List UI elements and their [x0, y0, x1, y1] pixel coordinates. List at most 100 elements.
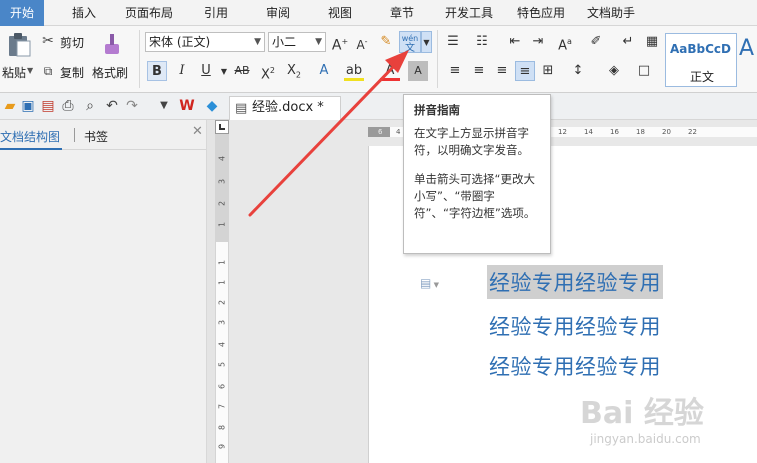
tab-review[interactable]: 审阅	[258, 0, 298, 26]
ruler-number: 4	[396, 128, 401, 136]
pinyin-guide-button[interactable]: wén 文	[399, 31, 421, 54]
change-case-icon[interactable]: Aa	[552, 32, 578, 53]
document-line[interactable]: 经验专用经验专用	[487, 265, 663, 299]
ruler-corner[interactable]	[215, 120, 229, 134]
style-name: 正文	[689, 70, 714, 84]
copy-label: 复制	[60, 66, 85, 80]
highlight-icon[interactable]: ab	[344, 61, 364, 81]
customize-dropdown-icon[interactable]: ▼	[156, 98, 172, 114]
ruler-number: 1	[217, 221, 227, 228]
style-normal[interactable]: AaBbCcD 正文	[665, 33, 737, 87]
shrink-font-button[interactable]: A-	[352, 32, 372, 52]
tab-home[interactable]: 开始	[0, 0, 44, 26]
active-tab-indicator	[0, 148, 62, 150]
print-icon[interactable]: ⎙	[60, 98, 76, 114]
ruler-number: 4	[217, 341, 227, 348]
tab-developer[interactable]: 开发工具	[440, 0, 498, 26]
format-painter-label: 格式刷	[92, 66, 129, 80]
paragraph-mark-icon[interactable]: ↵	[618, 32, 638, 52]
pinyin-guide-tooltip: 拼音指南 在文字上方显示拼音字符，以明确文字发音。 单击箭头可选择“更改大小写”…	[403, 94, 551, 254]
redo-icon[interactable]: ↷	[124, 98, 140, 114]
font-color-icon[interactable]: A	[380, 61, 400, 81]
align-left-icon[interactable]: ≡	[445, 61, 465, 81]
chevron-down-icon: ▼	[254, 37, 261, 47]
baidu-watermark: Bai 经验 jingyan.baidu.com	[580, 388, 750, 458]
vertical-ruler: 4 3 2 1 1 1 2 3 4 5 6 7 8 9	[215, 120, 229, 463]
watermark-url: jingyan.baidu.com	[590, 432, 701, 446]
numbered-list-icon[interactable]: ☷	[472, 32, 492, 52]
ribbon-tab-bar: 开始 插入 页面布局 引用 审阅 视图 章节 开发工具 特色应用 文档助手	[0, 0, 757, 26]
document-tab-title: 经验.docx *	[252, 100, 324, 115]
line-spacing-icon[interactable]: ↕	[568, 61, 588, 81]
style-sample: AaBbCcD	[670, 42, 732, 56]
document-line[interactable]: 经验专用经验专用	[489, 311, 661, 341]
cube-icon[interactable]: ◆	[204, 98, 220, 114]
font-name-select[interactable]: 宋体 (正文) ▼	[145, 32, 265, 52]
font-size-value: 小二	[272, 35, 297, 49]
align-center-icon[interactable]: ≡	[469, 61, 489, 81]
open-folder-icon[interactable]: ▰	[2, 98, 18, 114]
tab-insert[interactable]: 插入	[64, 0, 104, 26]
preview-icon[interactable]: ⌕	[82, 98, 98, 114]
ruler-number: 1	[217, 279, 227, 286]
ruler-number: 18	[636, 128, 645, 136]
pinyin-bottom-text: 文	[405, 43, 415, 54]
font-size-select[interactable]: 小二 ▼	[268, 32, 326, 52]
tab-view[interactable]: 视图	[320, 0, 360, 26]
underline-button[interactable]: U	[196, 61, 216, 81]
grow-font-button[interactable]: A+	[330, 32, 350, 54]
distributed-icon[interactable]: ⊞	[538, 61, 558, 81]
paste-label: 粘贴	[2, 66, 27, 80]
ribbon-divider	[139, 30, 140, 88]
bullet-list-icon[interactable]: ☰	[443, 32, 463, 52]
watermark-brand: Bai 经验	[580, 396, 704, 431]
close-icon[interactable]: ✕	[192, 124, 203, 139]
superscript-button[interactable]: X2	[258, 61, 278, 82]
tab-references[interactable]: 引用	[196, 0, 236, 26]
undo-icon[interactable]: ↶	[104, 98, 120, 114]
strikethrough-button[interactable]: AB	[228, 61, 256, 81]
table-icon[interactable]: ▦	[642, 32, 662, 52]
paragraph-handle-icon[interactable]: ▤ ▼	[420, 276, 439, 290]
ruler-number: 12	[558, 128, 567, 136]
ruler-number: 3	[217, 178, 227, 185]
tab-chapter[interactable]: 章节	[382, 0, 422, 26]
ruler-number: 3	[217, 319, 227, 326]
tab-page-layout[interactable]: 页面布局	[120, 0, 178, 26]
paste-dropdown-icon[interactable]: ▼	[27, 66, 33, 75]
copy-button[interactable]: ⧉ 复制	[40, 62, 90, 82]
tab-document-outline[interactable]: 文档结构图	[0, 128, 60, 145]
subscript-button[interactable]: X2	[284, 61, 304, 81]
wps-logo-icon[interactable]: W	[178, 98, 196, 114]
document-line[interactable]: 经验专用经验专用	[489, 351, 661, 381]
clipboard-icon	[9, 33, 31, 57]
scissors-icon: ✂	[42, 33, 54, 49]
text-effect-icon[interactable]: A	[314, 61, 334, 81]
tab-bookmarks[interactable]: 书签	[84, 128, 108, 145]
clear-all-icon[interactable]: ✐	[586, 32, 606, 52]
tab-doc-assistant[interactable]: 文档助手	[582, 0, 640, 26]
italic-button[interactable]: I	[172, 61, 192, 81]
ribbon: 粘贴 ▼ ✂ 剪切 ⧉ 复制 格式刷 宋体 (正文) ▼ 小二 ▼ A+ A- …	[0, 26, 757, 93]
format-painter-button[interactable]: 格式刷	[92, 30, 132, 88]
ruler-number: 20	[662, 128, 671, 136]
pinyin-dropdown-icon[interactable]: ▼	[421, 31, 432, 53]
clear-format-icon[interactable]: ✎	[376, 32, 396, 52]
panel-splitter[interactable]	[207, 120, 215, 463]
border-icon[interactable]: □	[634, 61, 654, 81]
save-icon[interactable]: ▣	[20, 98, 36, 114]
increase-indent-icon[interactable]: ⇥	[528, 32, 548, 52]
tooltip-description: 在文字上方显示拼音字符，以明确文字发音。	[414, 126, 529, 157]
style-sample-2[interactable]: A	[739, 36, 754, 61]
export-icon[interactable]: ▤	[40, 98, 56, 114]
document-tab[interactable]: ▤ 经验.docx *	[229, 96, 341, 120]
decrease-indent-icon[interactable]: ⇤	[505, 32, 525, 52]
cut-button[interactable]: ✂ 剪切	[40, 32, 90, 52]
paste-button[interactable]: 粘贴 ▼	[2, 30, 36, 88]
tab-special-apps[interactable]: 特色应用	[512, 0, 570, 26]
align-right-icon[interactable]: ≡	[492, 61, 512, 81]
bold-button[interactable]: B	[147, 61, 167, 81]
shading-icon[interactable]: ◈	[604, 61, 624, 81]
char-shading-icon[interactable]: A	[408, 61, 428, 81]
justify-icon[interactable]: ≡	[515, 61, 535, 81]
